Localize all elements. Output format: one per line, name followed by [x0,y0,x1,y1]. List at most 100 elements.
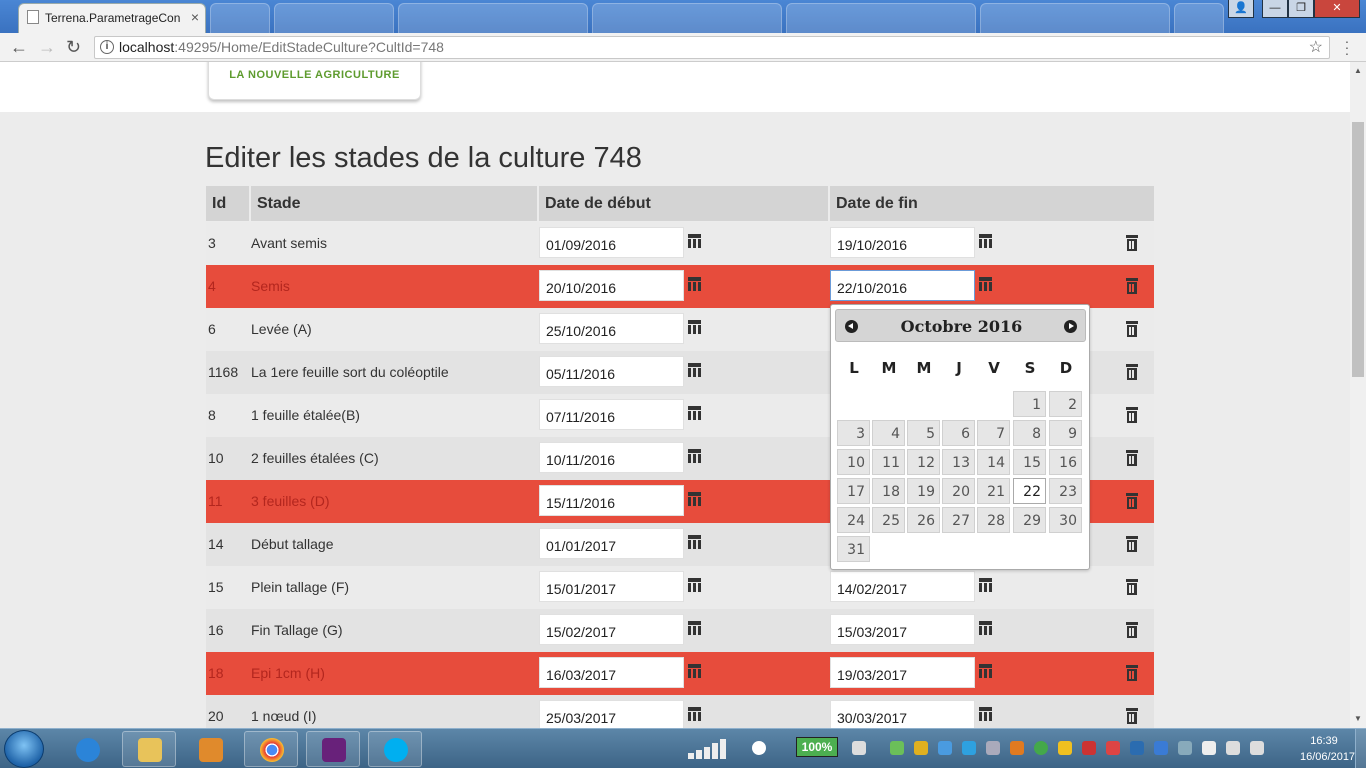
calendar-icon[interactable] [688,664,701,678]
trash-icon[interactable] [1126,321,1138,337]
calendar-day[interactable]: 23 [1049,478,1082,504]
date-debut-input[interactable]: 15/01/2017 [539,571,684,602]
tray-app-icon[interactable] [890,741,904,755]
trash-icon[interactable] [1126,278,1138,294]
tab-background[interactable] [398,3,588,33]
date-debut-input[interactable]: 15/11/2016 [539,485,684,516]
taskbar-explorer[interactable] [122,731,176,767]
table-row[interactable]: 4 Semis 20/10/2016 22/10/2016 [206,265,1154,308]
calendar-day[interactable]: 8 [1013,420,1046,446]
calendar-icon[interactable] [688,492,701,506]
tray-app-icon[interactable] [1082,741,1096,755]
calendar-icon[interactable] [688,578,701,592]
taskbar-chrome[interactable] [244,731,298,767]
logo[interactable]: LA NOUVELLE AGRICULTURE [208,62,421,100]
minimize-button[interactable]: — [1262,0,1288,18]
calendar-icon[interactable] [688,363,701,377]
date-debut-input[interactable]: 25/10/2016 [539,313,684,344]
calendar-icon[interactable] [688,707,701,721]
taskbar-visual-studio[interactable] [306,731,360,767]
calendar-day[interactable]: 24 [837,507,870,533]
calendar-day[interactable]: 6 [942,420,975,446]
trash-icon[interactable] [1126,579,1138,595]
calendar-day[interactable]: 14 [977,449,1010,475]
tab-close-icon[interactable]: × [191,9,199,25]
scroll-thumb[interactable] [1352,122,1364,377]
chevron-right-icon[interactable] [1064,320,1077,333]
back-arrow-icon[interactable]: ← [10,37,28,57]
date-fin-input[interactable]: 19/03/2017 [830,657,975,688]
browser-menu-icon[interactable]: · · · [1344,34,1350,60]
tray-app-icon[interactable] [1202,741,1216,755]
trash-icon[interactable] [1126,364,1138,380]
calendar-day[interactable]: 30 [1049,507,1082,533]
power-plug-icon[interactable] [852,741,866,755]
calendar-day[interactable]: 11 [872,449,905,475]
disconnect-icon[interactable] [752,741,766,755]
trash-icon[interactable] [1126,493,1138,509]
calendar-day[interactable]: 15 [1013,449,1046,475]
trash-icon[interactable] [1126,708,1138,724]
calendar-icon[interactable] [979,621,992,635]
trash-icon[interactable] [1126,450,1138,466]
date-fin-input[interactable]: 14/02/2017 [830,571,975,602]
scroll-down-icon[interactable]: ▼ [1354,714,1362,723]
info-icon[interactable]: i [100,40,114,54]
new-tab-button[interactable] [210,3,270,33]
calendar-day[interactable]: 27 [942,507,975,533]
date-debut-input[interactable]: 10/11/2016 [539,442,684,473]
system-clock[interactable]: 16:39 16/06/2017 [1300,733,1355,765]
tray-app-icon[interactable] [1106,741,1120,755]
tab-background[interactable] [592,3,782,33]
tray-app-icon[interactable] [938,741,952,755]
table-row[interactable]: 16 Fin Tallage (G) 15/02/2017 15/03/2017 [206,609,1154,652]
tray-app-icon[interactable] [914,741,928,755]
tray-app-icon[interactable] [1034,741,1048,755]
date-fin-input[interactable]: 22/10/2016 [830,270,975,301]
date-debut-input[interactable]: 15/02/2017 [539,614,684,645]
volume-icon[interactable] [1250,741,1264,755]
calendar-icon[interactable] [688,320,701,334]
calendar-day[interactable]: 10 [837,449,870,475]
network-icon[interactable] [1226,741,1240,755]
calendar-day[interactable]: 18 [872,478,905,504]
calendar-day[interactable]: 25 [872,507,905,533]
table-row[interactable]: 20 1 nœud (I) 25/03/2017 30/03/2017 [206,695,1154,728]
trash-icon[interactable] [1126,665,1138,681]
tray-app-icon[interactable] [1178,741,1192,755]
tab-background[interactable] [1174,3,1224,33]
date-fin-input[interactable]: 30/03/2017 [830,700,975,728]
calendar-day[interactable]: 19 [907,478,940,504]
trash-icon[interactable] [1126,235,1138,251]
close-window-button[interactable]: ✕ [1314,0,1360,18]
calendar-day[interactable]: 1 [1013,391,1046,417]
scroll-up-icon[interactable]: ▲ [1354,66,1362,75]
page-scrollbar[interactable]: ▲ ▼ [1350,62,1366,728]
taskbar-skype[interactable] [368,731,422,767]
table-row[interactable]: 15 Plein tallage (F) 15/01/2017 14/02/2017 [206,566,1154,609]
tab-background[interactable] [786,3,976,33]
trash-icon[interactable] [1126,622,1138,638]
table-row[interactable]: 18 Epi 1cm (H) 16/03/2017 19/03/2017 [206,652,1154,695]
url-input[interactable]: i localhost:49295/Home/EditStadeCulture?… [94,36,1330,59]
calendar-icon[interactable] [979,277,992,291]
calendar-day[interactable]: 17 [837,478,870,504]
tray-app-icon[interactable] [1154,741,1168,755]
tab-background[interactable] [980,3,1170,33]
calendar-day[interactable]: 26 [907,507,940,533]
calendar-icon[interactable] [688,535,701,549]
taskbar-media[interactable] [183,731,237,767]
calendar-day[interactable]: 16 [1049,449,1082,475]
calendar-day[interactable]: 29 [1013,507,1046,533]
calendar-day[interactable]: 28 [977,507,1010,533]
calendar-icon[interactable] [979,578,992,592]
user-icon[interactable]: 👤 [1228,0,1254,18]
table-row[interactable]: 3 Avant semis 01/09/2016 19/10/2016 [206,222,1154,265]
battery-indicator[interactable]: 100% [796,737,838,757]
calendar-icon[interactable] [688,449,701,463]
tray-app-icon[interactable] [1130,741,1144,755]
date-debut-input[interactable]: 25/03/2017 [539,700,684,728]
calendar-day[interactable]: 22 [1013,478,1046,504]
calendar-icon[interactable] [688,621,701,635]
tray-app-icon[interactable] [962,741,976,755]
